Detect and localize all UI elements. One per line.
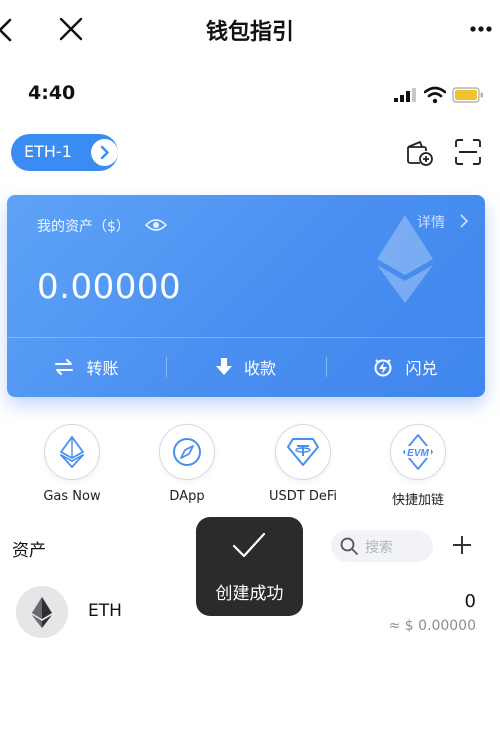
search-icon	[340, 537, 358, 555]
more-dots-icon[interactable]	[466, 14, 496, 44]
toast-message: 创建成功	[215, 584, 284, 604]
compass-icon	[159, 424, 215, 480]
quick-app-gas-now[interactable]: Gas Now	[17, 424, 127, 504]
wallet-selector[interactable]: ETH-1	[11, 134, 118, 171]
evm-icon: EVM	[390, 424, 446, 480]
asset-summary-card: 我的资产（$） 详情 0.00000 转账 收款 闪兑	[7, 195, 485, 397]
cellular-signal-icon	[394, 88, 416, 102]
transfer-arrows-icon	[55, 359, 74, 375]
quick-app-dapp[interactable]: DApp	[132, 424, 242, 504]
scan-icon[interactable]	[454, 138, 482, 166]
wifi-icon	[424, 86, 446, 104]
chevron-right-icon	[91, 139, 118, 166]
flash-swap-icon	[374, 359, 392, 377]
eth-icon	[16, 586, 68, 638]
usdt-diamond-icon	[275, 424, 331, 480]
detail-link[interactable]: 详情	[417, 212, 445, 232]
quick-app-label: DApp	[169, 489, 205, 504]
asset-search-input[interactable]: 搜索	[331, 530, 433, 562]
transfer-label: 转账	[86, 359, 119, 378]
quick-app-usdt-defi[interactable]: USDT DeFi	[248, 424, 358, 504]
quick-app-label: 快捷加链	[391, 493, 444, 508]
receive-label: 收款	[243, 359, 276, 378]
transfer-button[interactable]: 转账	[7, 337, 166, 397]
wallet-name: ETH-1	[24, 142, 72, 161]
evm-icon-text: EVM	[407, 448, 429, 459]
quick-app-add-chain[interactable]: EVM 快捷加链	[363, 424, 473, 508]
quick-app-label: Gas Now	[43, 489, 101, 504]
status-time: 4:40	[28, 82, 76, 104]
receive-button[interactable]: 收款	[166, 337, 326, 397]
download-arrow-icon	[215, 358, 232, 375]
battery-icon	[452, 87, 483, 103]
flash-swap-label: 闪兑	[405, 359, 438, 378]
token-fiat-value: ≈ $ 0.00000	[388, 618, 476, 634]
gas-eth-icon	[44, 424, 100, 480]
checkmark-icon	[232, 532, 266, 558]
success-toast: 创建成功	[196, 517, 303, 616]
token-symbol: ETH	[88, 601, 122, 621]
wallet-add-icon[interactable]	[404, 138, 434, 168]
search-placeholder: 搜索	[365, 540, 393, 556]
top-navigation-bar: 钱包指引	[0, 0, 500, 62]
token-amount: 0	[464, 591, 476, 612]
plus-icon[interactable]	[450, 533, 474, 557]
device-status-bar: 4:40	[0, 82, 500, 110]
quick-app-label: USDT DeFi	[268, 489, 337, 504]
total-balance: 0.00000	[37, 267, 182, 307]
chevron-right-icon	[460, 214, 469, 228]
eye-icon[interactable]	[145, 217, 167, 233]
asset-label: 我的资产（$）	[37, 219, 130, 235]
assets-section-title: 资产	[12, 541, 46, 561]
page-title: 钱包指引	[205, 20, 294, 45]
flash-swap-button[interactable]: 闪兑	[326, 337, 485, 397]
